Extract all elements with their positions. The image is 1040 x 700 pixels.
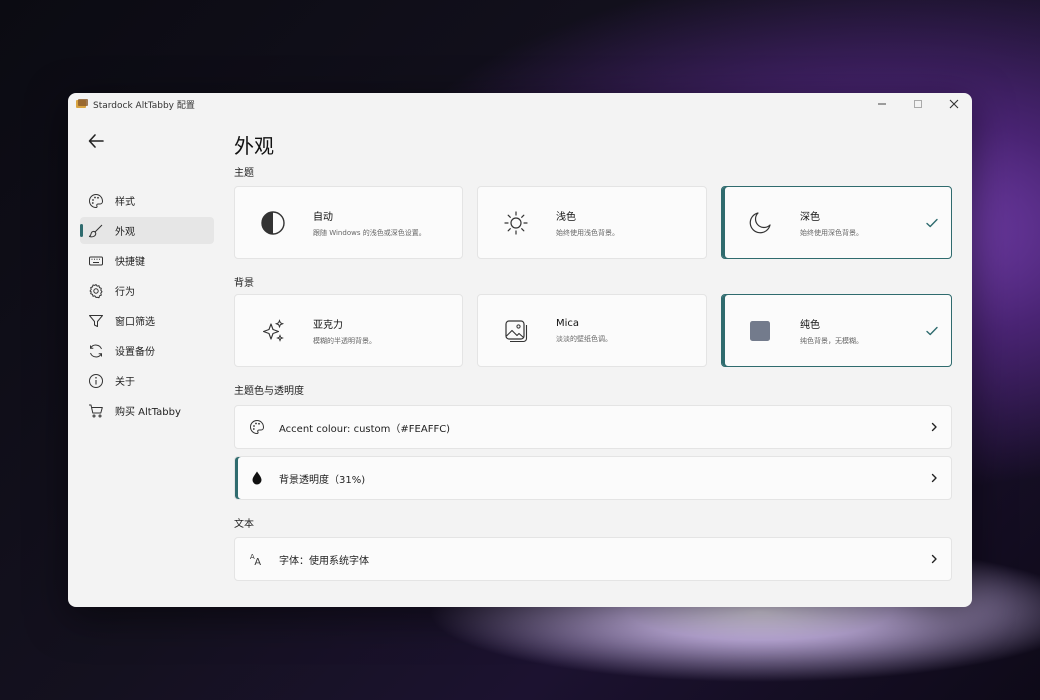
window-controls <box>864 93 972 115</box>
card-description: 始终使用浅色背景。 <box>556 228 619 237</box>
background-section-label: 背景 <box>234 278 254 289</box>
card-title: 浅色 <box>556 211 576 223</box>
maximize-icon <box>914 100 922 108</box>
sidebar-item-label: 窗口筛选 <box>115 317 155 328</box>
sun-icon <box>502 209 530 237</box>
card-description: 始终使用深色背景。 <box>800 228 863 237</box>
back-arrow-icon <box>88 134 104 148</box>
theme-card-dark[interactable]: 深色 始终使用深色背景。 <box>721 186 952 259</box>
filter-icon <box>88 313 104 329</box>
chevron-right-icon <box>929 473 939 483</box>
card-description: 淡淡的壁纸色调。 <box>556 334 612 343</box>
theme-section-label: 主题 <box>234 168 254 179</box>
card-description: 跟随 Windows 的浅色或深色设置。 <box>313 228 426 237</box>
sidebar-item-hotkeys[interactable]: 快捷键 <box>80 247 214 274</box>
contrast-icon <box>259 209 287 237</box>
card-title: 自动 <box>313 211 333 223</box>
accent-section-label: 主题色与透明度 <box>234 386 304 397</box>
minimize-button[interactable] <box>864 93 900 115</box>
minimize-icon <box>878 103 886 105</box>
background-card-solid[interactable]: 纯色 纯色背景，无模糊。 <box>721 294 952 367</box>
card-description: 纯色背景，无模糊。 <box>800 336 863 345</box>
gear-icon <box>88 283 104 299</box>
card-title: 纯色 <box>800 319 820 331</box>
theme-card-auto[interactable]: 自动 跟随 Windows 的浅色或深色设置。 <box>234 186 463 259</box>
sidebar-item-label: 关于 <box>115 377 135 388</box>
palette-icon <box>249 419 265 435</box>
sidebar-nav: 样式 外观 快捷键 行为 窗口筛选 设置备份 关于 购买 AltTabby <box>80 187 214 427</box>
chevron-right-icon <box>929 422 939 432</box>
cart-icon <box>88 403 104 419</box>
checkmark-icon <box>925 323 939 342</box>
card-description: 模糊的半透明背景。 <box>313 336 376 345</box>
moon-icon <box>746 209 774 237</box>
app-logo-icon <box>76 99 88 109</box>
close-icon <box>949 99 959 109</box>
checkmark-icon <box>925 215 939 234</box>
window-title: Stardock AltTabby 配置 <box>93 100 195 111</box>
transparency-row[interactable]: 背景透明度（31%) <box>234 456 952 500</box>
sidebar-item-label: 快捷键 <box>115 257 145 268</box>
background-card-acrylic[interactable]: 亚克力 模糊的半透明背景。 <box>234 294 463 367</box>
text-section-label: 文本 <box>234 519 254 530</box>
font-row[interactable]: AA 字体：使用系统字体 <box>234 537 952 581</box>
background-card-mica[interactable]: Mica 淡淡的壁纸色调。 <box>477 294 707 367</box>
maximize-button[interactable] <box>900 93 936 115</box>
font-label: 字体：使用系统字体 <box>279 555 369 567</box>
brush-icon <box>88 223 104 239</box>
droplet-icon <box>249 470 265 486</box>
theme-card-light[interactable]: 浅色 始终使用浅色背景。 <box>477 186 707 259</box>
sync-icon <box>88 343 104 359</box>
chevron-right-icon <box>929 554 939 564</box>
sidebar-item-label: 购买 AltTabby <box>115 407 181 418</box>
transparency-label: 背景透明度（31%) <box>279 474 366 486</box>
palette-icon <box>88 193 104 209</box>
sidebar-item-backup[interactable]: 设置备份 <box>80 337 214 364</box>
card-title: 深色 <box>800 211 820 223</box>
square-icon <box>746 317 774 345</box>
sidebar-item-appearance[interactable]: 外观 <box>80 217 214 244</box>
sidebar-item-window-filter[interactable]: 窗口筛选 <box>80 307 214 334</box>
sidebar-item-about[interactable]: 关于 <box>80 367 214 394</box>
card-title: Mica <box>556 317 580 329</box>
page-title: 外观 <box>234 134 274 158</box>
title-bar: Stardock AltTabby 配置 <box>68 93 972 115</box>
app-window: Stardock AltTabby 配置 样式 外观 快捷键 行为 窗口筛选 设… <box>68 93 972 607</box>
image-icon <box>502 317 530 345</box>
info-icon <box>88 373 104 389</box>
sidebar-item-label: 行为 <box>115 287 135 298</box>
sparkle-icon <box>259 317 287 345</box>
card-title: 亚克力 <box>313 319 343 331</box>
svg-text:A: A <box>254 557 261 568</box>
sidebar-item-buy[interactable]: 购买 AltTabby <box>80 397 214 424</box>
font-size-icon: AA <box>249 551 265 568</box>
accent-colour-row[interactable]: Accent colour: custom（#FEAFFC) <box>234 405 952 449</box>
keyboard-icon <box>88 253 104 269</box>
sidebar-item-label: 外观 <box>115 227 135 238</box>
sidebar: 样式 外观 快捷键 行为 窗口筛选 设置备份 关于 购买 AltTabby <box>68 115 218 607</box>
accent-colour-label: Accent colour: custom（#FEAFFC) <box>279 423 451 435</box>
sidebar-item-label: 样式 <box>115 197 135 208</box>
sidebar-item-style[interactable]: 样式 <box>80 187 214 214</box>
close-button[interactable] <box>936 93 972 115</box>
back-button[interactable] <box>84 129 108 153</box>
sidebar-item-behavior[interactable]: 行为 <box>80 277 214 304</box>
sidebar-item-label: 设置备份 <box>115 347 155 358</box>
